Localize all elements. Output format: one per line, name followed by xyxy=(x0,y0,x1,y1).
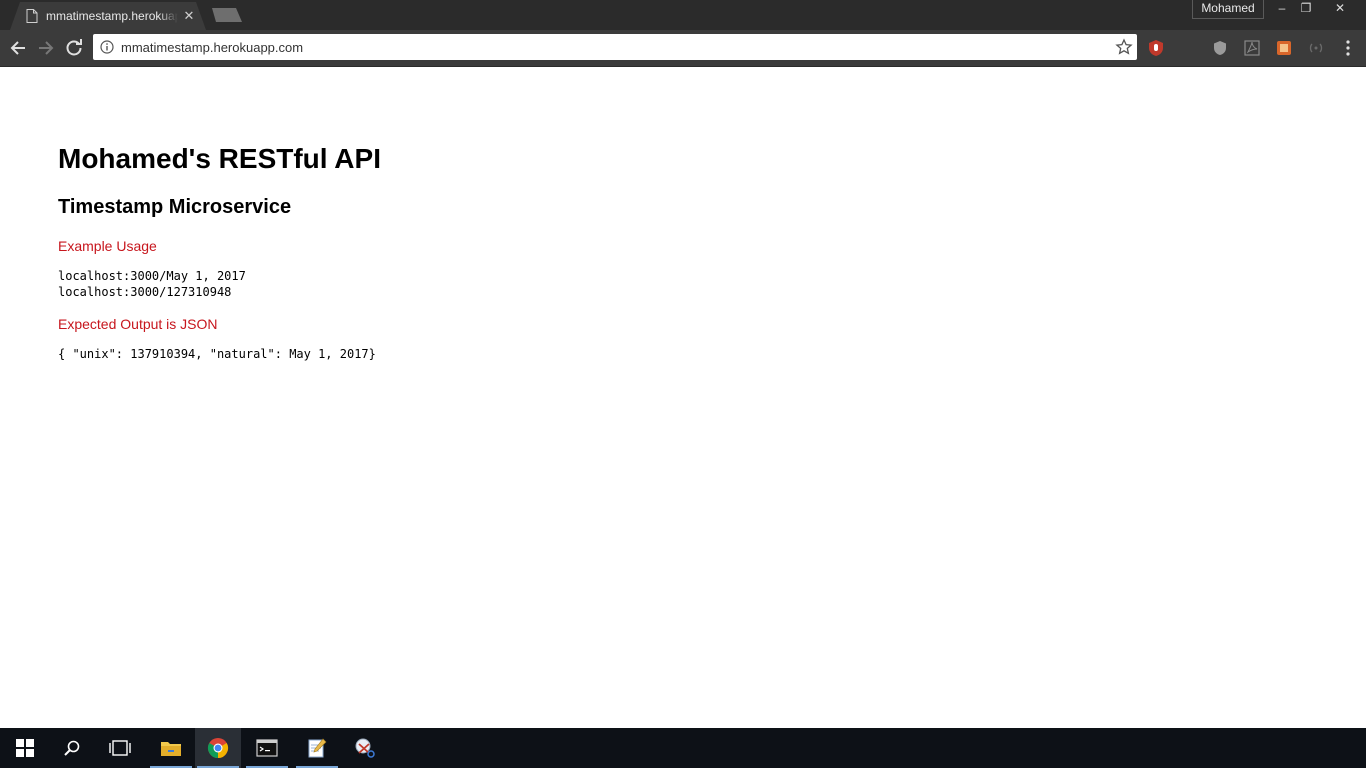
close-window-button[interactable]: ✕ xyxy=(1320,0,1360,18)
url-text: mmatimestamp.herokuapp.com xyxy=(121,40,304,55)
example-usage-label: Example Usage xyxy=(58,238,157,254)
reload-icon[interactable] xyxy=(63,37,85,59)
output-example: { "unix": 137910394, "natural": May 1, 2… xyxy=(58,347,376,361)
page-icon xyxy=(26,9,38,23)
windows-start-icon[interactable] xyxy=(2,728,48,768)
browser-tab[interactable]: mmatimestamp.herokuapp.com ✕ xyxy=(10,2,206,30)
taskbar xyxy=(0,728,1366,768)
profile-button[interactable]: Mohamed xyxy=(1192,0,1264,19)
forward-arrow-icon[interactable] xyxy=(35,37,57,59)
close-icon[interactable]: ✕ xyxy=(182,9,196,23)
example-line: localhost:3000/May 1, 2017 xyxy=(58,269,246,283)
expected-output-label: Expected Output is JSON xyxy=(58,316,218,332)
task-view-icon[interactable] xyxy=(97,728,143,768)
back-arrow-icon[interactable] xyxy=(7,37,29,59)
search-icon[interactable] xyxy=(49,728,95,768)
browser-tab-strip: mmatimestamp.herokuapp.com ✕ Mohamed – ❐… xyxy=(0,0,1366,30)
notepad-icon[interactable] xyxy=(294,728,340,768)
new-tab-button[interactable] xyxy=(212,8,242,22)
chrome-icon[interactable] xyxy=(195,728,241,768)
example-line: localhost:3000/127310948 xyxy=(58,285,232,299)
command-prompt-icon[interactable] xyxy=(244,728,290,768)
shield-icon[interactable] xyxy=(1211,39,1229,57)
menu-icon[interactable] xyxy=(1341,39,1355,57)
snipping-tool-icon[interactable] xyxy=(342,728,388,768)
pdf-icon[interactable] xyxy=(1243,39,1261,57)
page-subtitle: Timestamp Microservice xyxy=(58,196,292,218)
minimize-button[interactable]: – xyxy=(1270,0,1294,18)
tab-title: mmatimestamp.herokuapp.com xyxy=(46,9,178,23)
browser-toolbar: mmatimestamp.herokuapp.com xyxy=(0,30,1366,67)
maximize-button[interactable]: ❐ xyxy=(1294,0,1318,18)
extension-icon[interactable] xyxy=(1275,39,1293,57)
ublock-icon[interactable] xyxy=(1147,39,1165,57)
cast-icon[interactable] xyxy=(1307,39,1325,57)
page-title: Mohamed's RESTful API xyxy=(58,143,381,174)
file-explorer-icon[interactable] xyxy=(148,728,194,768)
star-icon[interactable] xyxy=(1115,38,1133,56)
info-icon[interactable] xyxy=(100,40,114,54)
address-bar[interactable]: mmatimestamp.herokuapp.com xyxy=(93,34,1137,60)
